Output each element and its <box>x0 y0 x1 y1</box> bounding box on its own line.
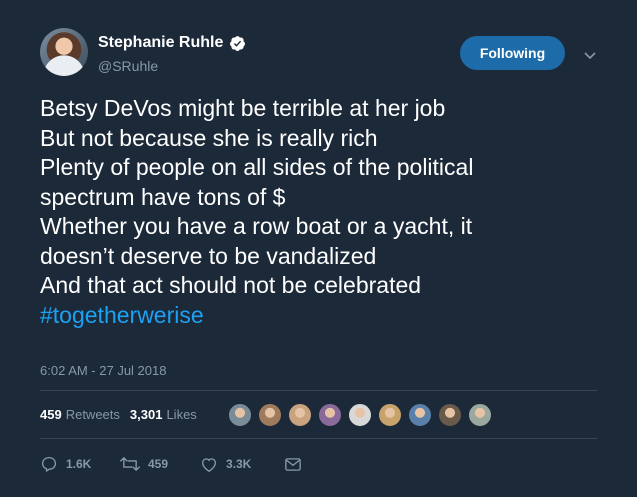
heart-icon <box>200 456 218 473</box>
direct-message-button[interactable] <box>284 457 302 472</box>
reply-count: 1.6K <box>66 457 92 471</box>
tweet-line: Whether you have a row boat or a yacht, … <box>40 213 473 239</box>
author-display-name[interactable]: Stephanie Ruhle <box>98 34 223 52</box>
divider <box>40 438 597 439</box>
likes-stat[interactable]: 3,301 Likes <box>130 407 197 422</box>
liker-avatar-icon[interactable] <box>378 403 402 427</box>
like-button[interactable]: 3.3K <box>200 456 284 473</box>
retweets-label: Retweets <box>65 407 120 422</box>
liker-avatar-icon[interactable] <box>228 403 252 427</box>
liker-avatar-icon[interactable] <box>348 403 372 427</box>
author-handle[interactable]: @SRuhle <box>98 58 158 74</box>
tweet-line: And that act should not be celebrated <box>40 272 422 298</box>
hashtag-link[interactable]: #togetherwerise <box>40 301 620 331</box>
retweet-count: 459 <box>148 457 169 471</box>
tweet-line: spectrum have tons of $ <box>40 183 286 210</box>
author-name-row: Stephanie Ruhle <box>98 34 246 52</box>
likes-label: Likes <box>166 407 197 422</box>
verified-badge-icon <box>229 35 246 52</box>
liker-avatars <box>228 403 498 427</box>
engagement-stats: 459 Retweets 3,301 Likes <box>40 407 197 422</box>
retweets-stat[interactable]: 459 Retweets <box>40 407 120 422</box>
liker-avatar-icon[interactable] <box>318 403 342 427</box>
retweet-icon <box>120 455 140 473</box>
tweet-line: Plenty of people on all sides of the pol… <box>40 154 474 180</box>
like-count: 3.3K <box>226 457 252 471</box>
tweet-line: Betsy DeVos might be terrible at her job <box>40 95 446 121</box>
tweet-timestamp[interactable]: 6:02 AM - 27 Jul 2018 <box>40 363 166 378</box>
likes-count: 3,301 <box>129 407 163 422</box>
retweet-button[interactable]: 459 <box>120 455 200 473</box>
chevron-down-icon[interactable] <box>584 47 596 60</box>
reply-button[interactable]: 1.6K <box>40 455 120 473</box>
liker-avatar-icon[interactable] <box>258 403 282 427</box>
liker-avatar-icon[interactable] <box>408 403 432 427</box>
reply-icon <box>40 455 58 473</box>
liker-avatar-icon[interactable] <box>468 403 492 427</box>
envelope-icon <box>284 457 302 472</box>
tweet-actions: 1.6K 459 3.3K <box>40 455 302 473</box>
liker-avatar-icon[interactable] <box>438 403 462 427</box>
following-button[interactable]: Following <box>460 36 565 70</box>
avatar[interactable] <box>40 28 88 76</box>
liker-avatar-icon[interactable] <box>288 403 312 427</box>
tweet-line: But not because she is really rich <box>40 124 378 151</box>
tweet-text: Betsy DeVos might be terrible at her job… <box>40 94 620 330</box>
divider <box>40 390 597 391</box>
retweets-count: 459 <box>40 407 62 422</box>
tweet-line: doesn’t deserve to be vandalized <box>40 242 377 269</box>
